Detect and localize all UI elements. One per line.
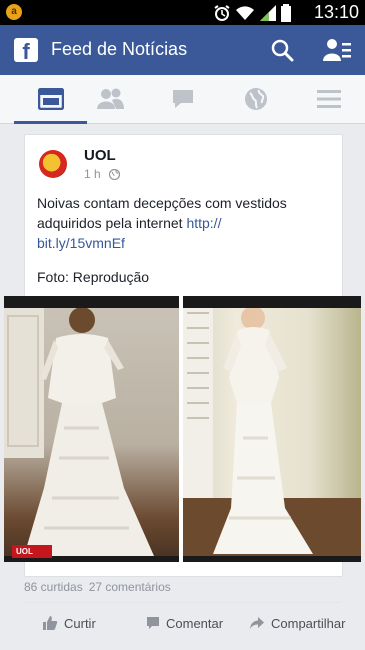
- tab-messages[interactable]: [146, 75, 219, 123]
- public-globe-icon: [108, 168, 120, 180]
- app-header: f Feed de Notícias: [0, 25, 365, 75]
- alarm-icon: [214, 5, 230, 21]
- comment-button[interactable]: Comentar: [146, 613, 223, 633]
- photo-caption: Foto: Reprodução: [37, 269, 150, 285]
- uol-avatar[interactable]: [39, 150, 67, 178]
- share-label: Compartilhar: [271, 615, 346, 631]
- comments-count[interactable]: 27 comentários: [89, 580, 171, 594]
- hamburger-menu-icon: [316, 90, 341, 108]
- photo-left-dress: [4, 308, 179, 556]
- globe-icon: [244, 88, 267, 110]
- post-body: Noivas contam decepções com vestidos adq…: [37, 195, 287, 231]
- status-bar: a 13:10: [0, 0, 365, 25]
- status-clock: 13:10: [313, 2, 359, 22]
- like-button[interactable]: Curtir: [42, 613, 96, 633]
- signal-icon: [260, 5, 276, 21]
- post-meta: 1 h: [84, 167, 120, 181]
- uol-watermark: UOL: [12, 545, 52, 558]
- post-stats: 86 curtidas 27 comentários: [24, 580, 171, 594]
- chat-bubble-icon: [172, 90, 193, 108]
- post-author[interactable]: UOL: [84, 147, 116, 164]
- dress-illustration-right: [183, 308, 361, 556]
- share-button[interactable]: Compartilhar: [249, 613, 345, 633]
- like-label: Curtir: [64, 615, 96, 631]
- app-notification-icon: a: [6, 4, 22, 20]
- facebook-logo-icon[interactable]: f: [14, 38, 38, 62]
- photo-right-dress: [183, 308, 361, 556]
- comment-label: Comentar: [166, 615, 224, 631]
- tab-notifications[interactable]: [219, 75, 292, 123]
- post-time[interactable]: 1 h: [84, 167, 101, 181]
- thumbs-up-icon: [43, 616, 58, 630]
- page-title: Feed de Notícias: [51, 39, 188, 59]
- actions-divider: [24, 602, 341, 603]
- tab-bar: [0, 75, 365, 124]
- tab-friends[interactable]: [73, 75, 146, 123]
- search-icon[interactable]: [270, 38, 294, 62]
- post-text: Noivas contam decepções com vestidos adq…: [37, 193, 332, 253]
- friends-icon: [96, 88, 124, 109]
- dress-illustration-left: [4, 308, 154, 556]
- share-arrow-icon: [250, 617, 264, 629]
- post-photo[interactable]: UOL: [4, 296, 361, 562]
- comment-bubble-icon: [147, 617, 159, 629]
- friend-requests-icon[interactable]: [323, 37, 351, 63]
- status-icons: [213, 4, 291, 22]
- battery-icon: [281, 4, 291, 22]
- news-feed-icon: [37, 88, 64, 110]
- tab-menu[interactable]: [292, 75, 365, 123]
- likes-count[interactable]: 86 curtidas: [24, 580, 83, 594]
- wifi-icon: [236, 6, 254, 21]
